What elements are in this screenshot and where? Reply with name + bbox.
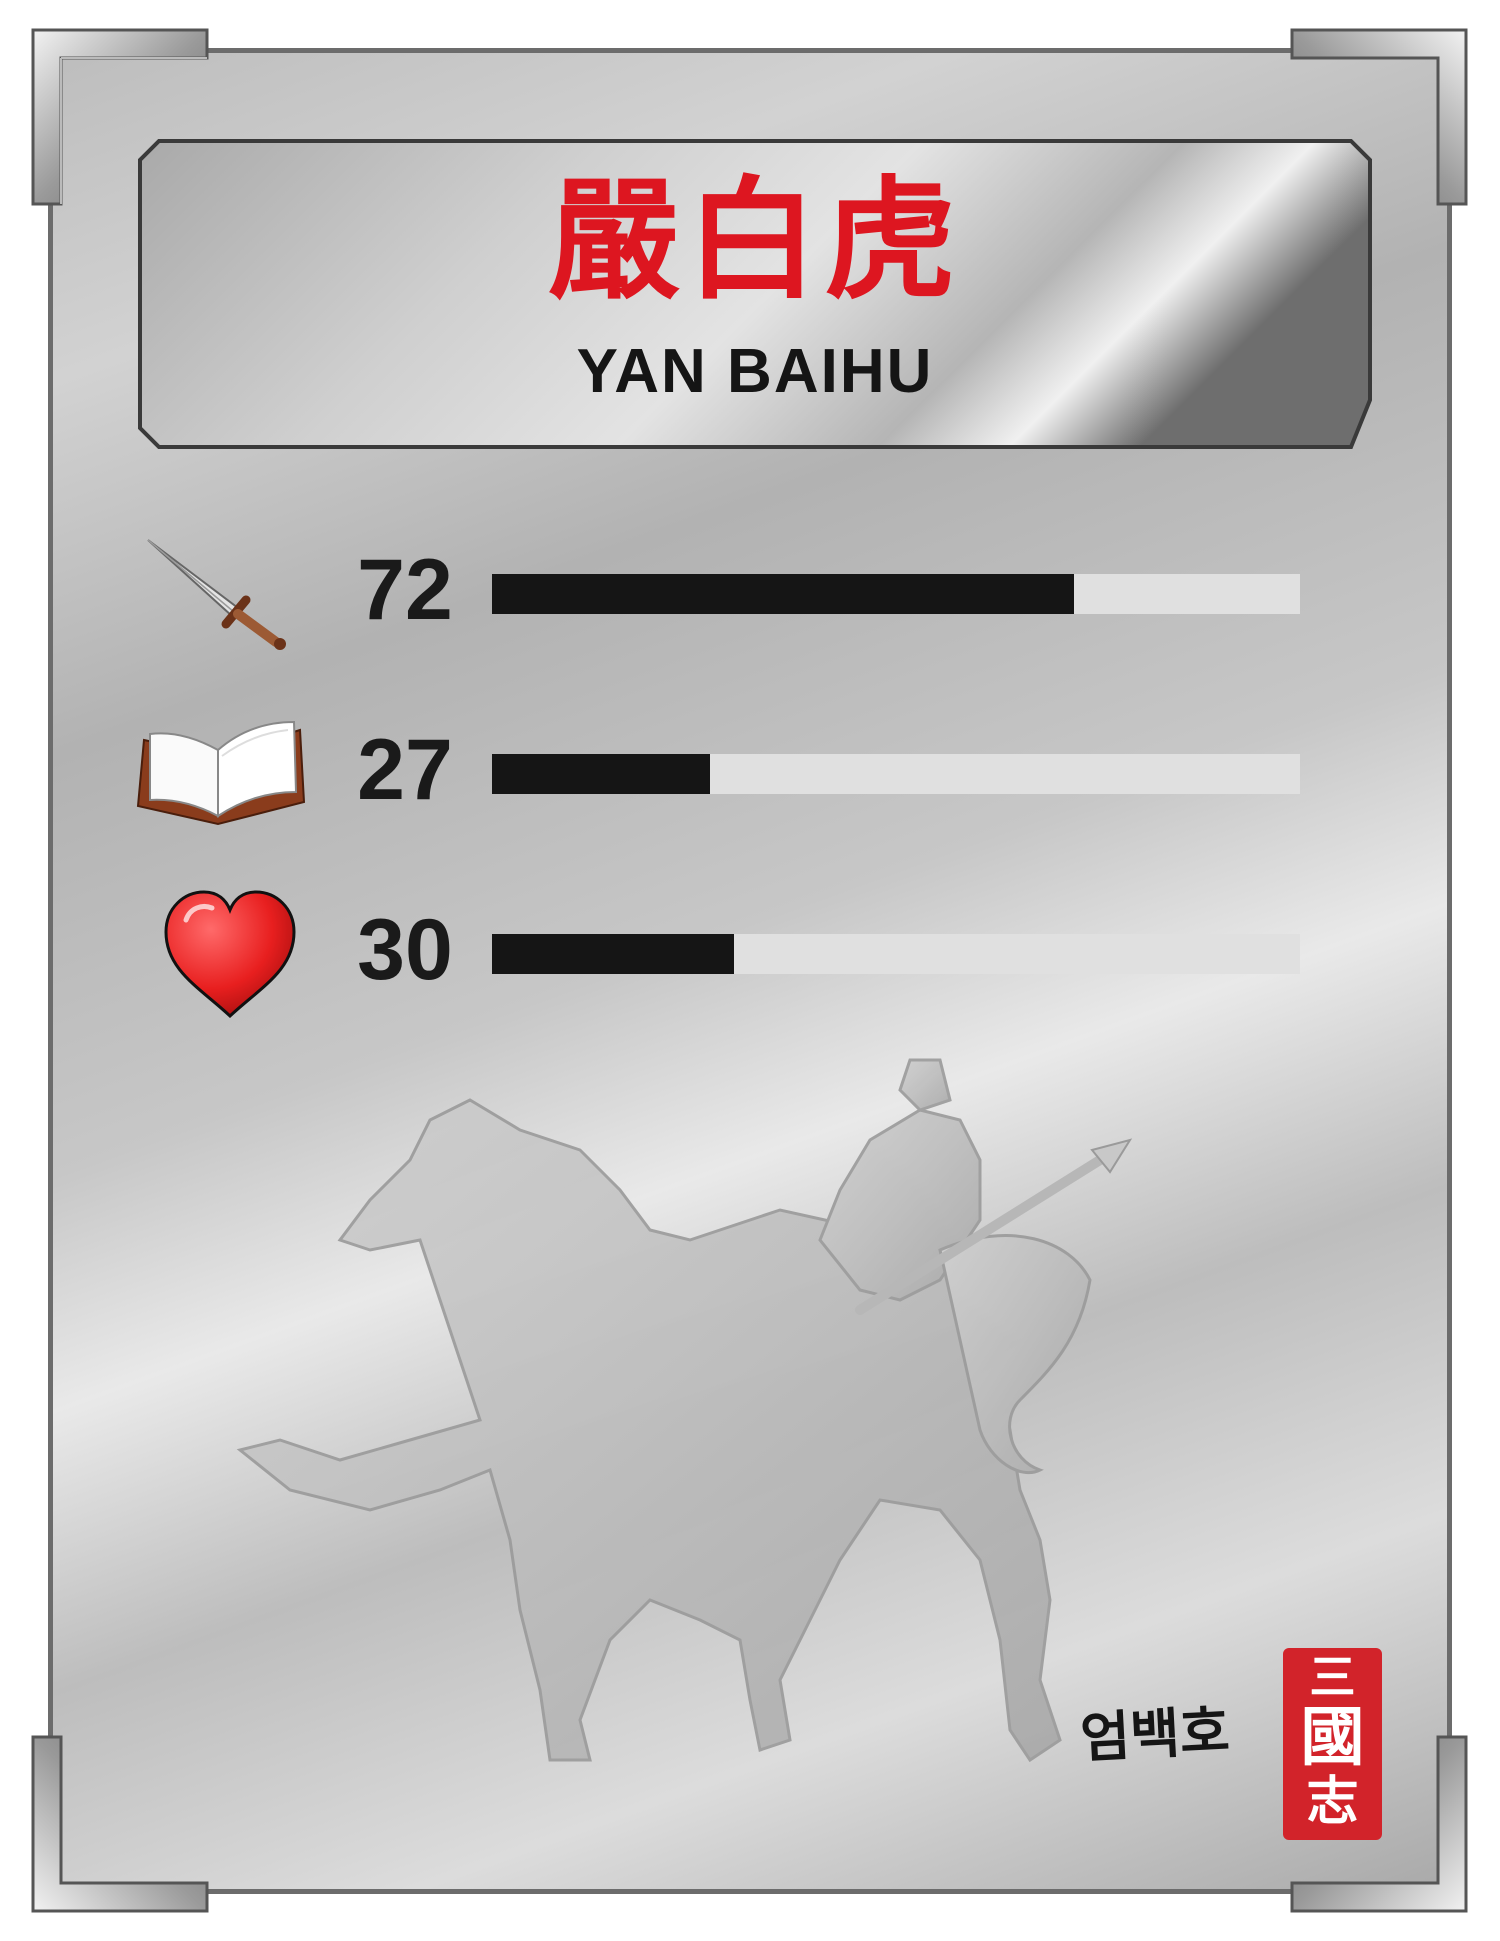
stat-value-charm: 30	[357, 902, 453, 998]
stat-bar-fill-intelligence	[492, 754, 711, 794]
stat-row-war: 72	[130, 520, 1310, 660]
stat-bar-war	[492, 574, 1300, 614]
stat-bar-fill-charm	[492, 934, 735, 974]
corner-bracket-bottom-left	[31, 1735, 209, 1913]
sword-icon	[130, 520, 310, 660]
horse-rider-emblem	[220, 1040, 1140, 1800]
stat-value-intelligence: 27	[357, 722, 453, 818]
stat-bar-charm	[492, 934, 1300, 974]
character-name-english: YAN BAIHU	[576, 337, 934, 406]
character-name-chinese: 嚴白虎	[548, 164, 962, 318]
stat-row-charm: 30	[130, 880, 1310, 1020]
stat-value-war: 72	[357, 542, 453, 638]
heart-icon	[130, 880, 310, 1020]
stat-bar-intelligence	[492, 754, 1300, 794]
title-plate: 嚴白虎 YAN BAIHU	[137, 138, 1373, 450]
seal-stamp: 三 國 志	[1283, 1648, 1382, 1840]
stat-bar-fill-war	[492, 574, 1074, 614]
book-icon	[130, 700, 310, 840]
character-name-korean: 엄백호	[1078, 1699, 1232, 1770]
stat-row-intelligence: 27	[130, 700, 1310, 840]
